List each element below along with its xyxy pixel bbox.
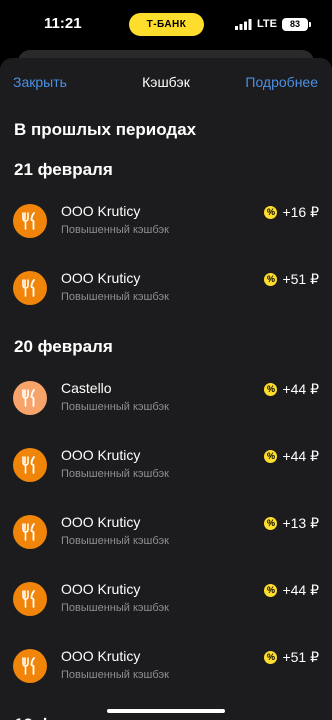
merchant-name: ООО Kruticy — [61, 581, 141, 597]
cashback-amount: +44 ₽ — [282, 582, 319, 598]
cashback-amount: +51 ₽ — [282, 649, 319, 665]
cashback-type: Повышенный кэшбэк — [61, 602, 169, 614]
cashback-type: Повышенный кэшбэк — [61, 468, 169, 480]
cashback-row[interactable]: ООО Kruticy Повышенный кэшбэк% +44 ₽ — [0, 572, 332, 628]
amount-group: % +44 ₽ — [264, 582, 319, 599]
cashback-percent-icon: % — [264, 584, 278, 597]
signal-icon — [235, 18, 252, 30]
cashback-percent-icon: % — [264, 517, 278, 530]
cashback-amount: +13 ₽ — [282, 515, 319, 531]
cashback-amount: +44 ₽ — [282, 448, 319, 464]
merchant-name: Castello — [61, 380, 112, 396]
cashback-type: Повышенный кэшбэк — [61, 291, 169, 303]
merchant-name: ООО Kruticy — [61, 447, 141, 463]
amount-group: % +51 ₽ — [264, 271, 319, 288]
cashback-amount: +44 ₽ — [282, 381, 319, 397]
cashback-amount: +16 ₽ — [282, 204, 319, 220]
merchant-name: ООО Kruticy — [61, 270, 141, 286]
cashback-percent-icon: % — [264, 273, 278, 286]
cashback-type: Повышенный кэшбэк — [61, 401, 169, 413]
cashback-type: Повышенный кэшбэк — [61, 669, 169, 681]
status-indicators: LTE 83 — [235, 15, 311, 33]
details-button[interactable]: Подробнее — [245, 74, 318, 90]
cashback-row[interactable]: ООО Kruticy Повышенный кэшбэк% +13 ₽ — [0, 505, 332, 561]
cashback-row[interactable]: Castello Повышенный кэшбэк% +44 ₽ — [0, 371, 332, 427]
section-title: В прошлых периодах — [14, 120, 197, 139]
home-indicator[interactable] — [107, 709, 225, 713]
cashback-type: Повышенный кэшбэк — [61, 535, 169, 547]
cashback-percent-icon: % — [264, 206, 278, 219]
network-label: LTE — [257, 18, 277, 30]
cashback-percent-icon: % — [264, 383, 278, 396]
cashback-percent-icon: % — [264, 651, 278, 664]
cashback-amount: +51 ₽ — [282, 271, 319, 287]
amount-group: % +44 ₽ — [264, 448, 319, 465]
status-bar: 11:21 Т-БАНК LTE 83 — [0, 0, 332, 50]
bank-badge[interactable]: Т-БАНК — [129, 13, 204, 36]
date-header: 21 февраля — [14, 160, 113, 179]
cashback-sheet: Закрыть Кэшбэк Подробнее В прошлых перио… — [0, 58, 332, 720]
fork-knife-icon — [13, 204, 47, 238]
date-header: 20 февраля — [14, 337, 113, 356]
status-time: 11:21 — [44, 15, 82, 32]
fork-knife-icon — [13, 582, 47, 616]
amount-group: % +44 ₽ — [264, 381, 319, 398]
fork-knife-icon — [13, 271, 47, 305]
merchant-name: ООО Kruticy — [61, 514, 141, 530]
nav-bar: Закрыть Кэшбэк Подробнее — [0, 58, 332, 106]
amount-group: % +13 ₽ — [264, 515, 319, 532]
cashback-percent-icon: % — [264, 450, 278, 463]
cashback-type: Повышенный кэшбэк — [61, 224, 169, 236]
merchant-name: ООО Kruticy — [61, 648, 141, 664]
fork-knife-icon — [13, 381, 47, 415]
cashback-row[interactable]: ООО Kruticy Повышенный кэшбэк% +44 ₽ — [0, 438, 332, 494]
cashback-row[interactable]: ООО Kruticy Повышенный кэшбэк% +16 ₽ — [0, 194, 332, 250]
amount-group: % +51 ₽ — [264, 649, 319, 666]
close-button[interactable]: Закрыть — [13, 74, 67, 90]
fork-knife-icon — [13, 649, 47, 683]
battery-icon: 83 — [282, 17, 311, 31]
cashback-row[interactable]: ООО Kruticy Повышенный кэшбэк% +51 ₽ — [0, 639, 332, 695]
date-header: 19 ф — [14, 715, 53, 720]
fork-knife-icon — [13, 515, 47, 549]
merchant-name: ООО Kruticy — [61, 203, 141, 219]
amount-group: % +16 ₽ — [264, 204, 319, 221]
cashback-row[interactable]: ООО Kruticy Повышенный кэшбэк% +51 ₽ — [0, 261, 332, 317]
fork-knife-icon — [13, 448, 47, 482]
